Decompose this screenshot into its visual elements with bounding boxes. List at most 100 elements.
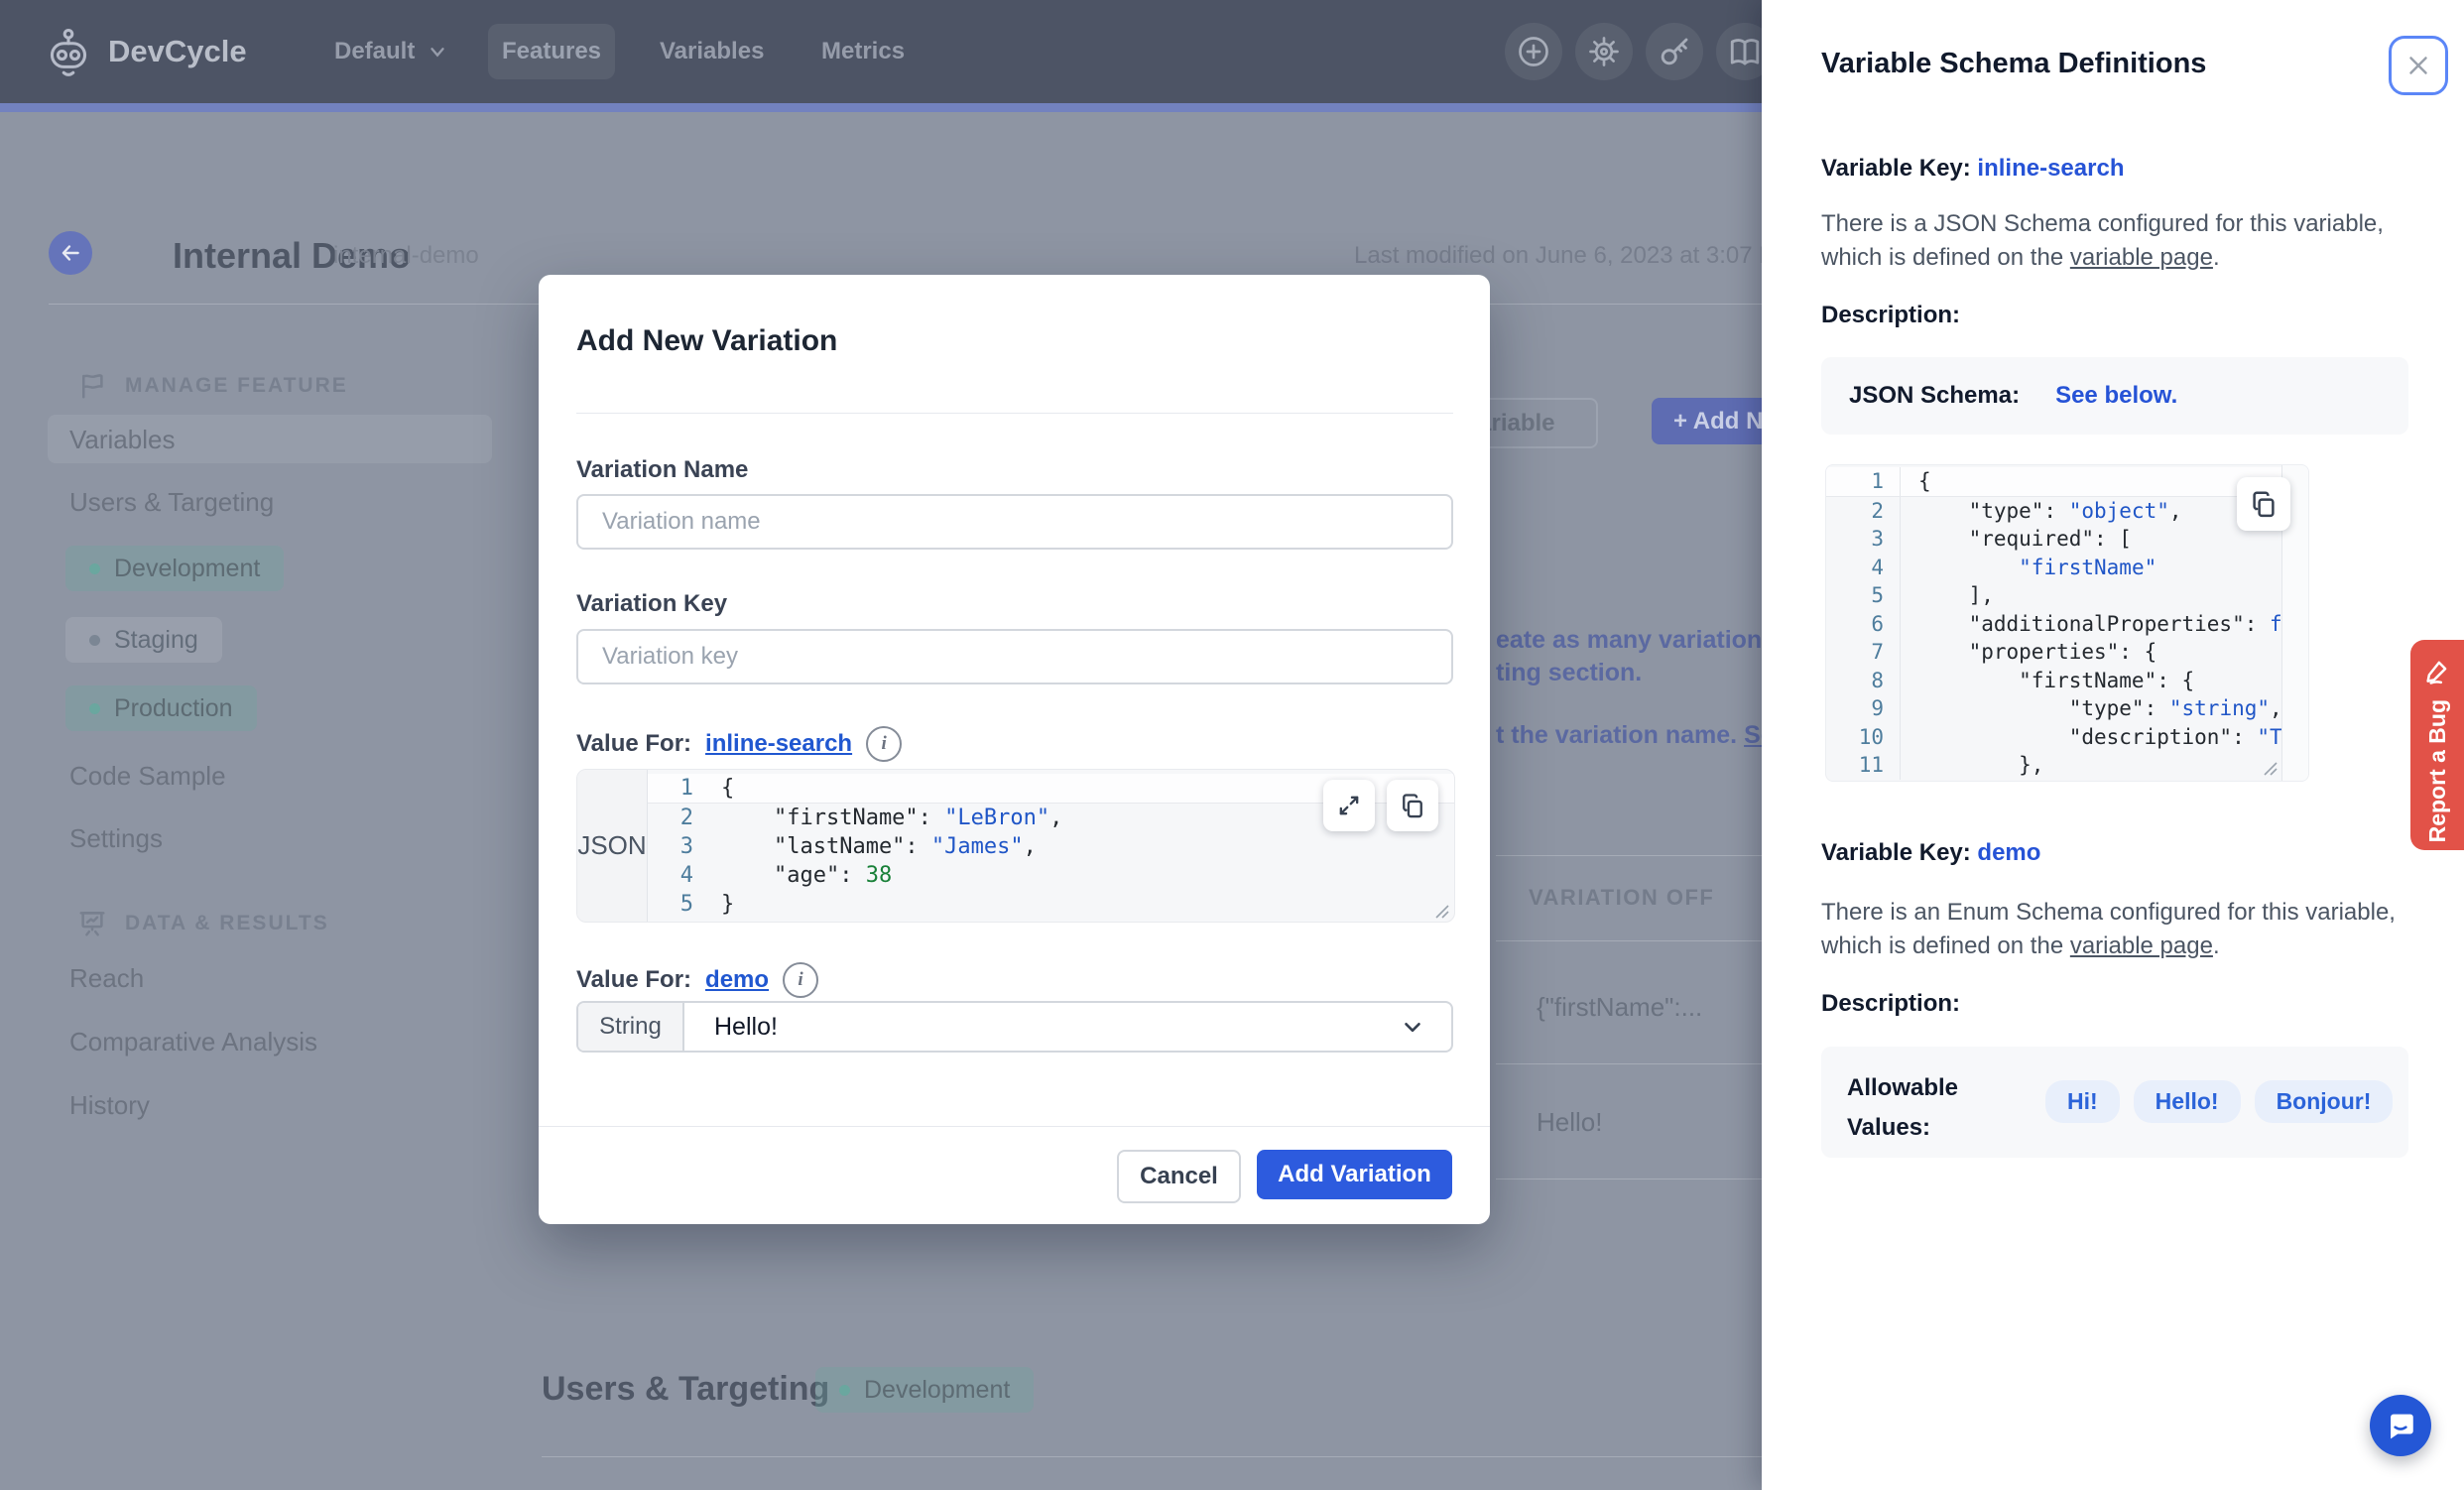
table-divider <box>1496 855 1762 856</box>
close-button[interactable] <box>2389 36 2448 95</box>
inline-search-link[interactable]: inline-search <box>1977 155 2124 182</box>
sidebar-item-label: Settings <box>69 823 163 853</box>
chat-button[interactable] <box>2370 1395 2431 1456</box>
code-line: 10 "description": "The person's fi <box>1826 723 2308 752</box>
copy-button[interactable] <box>1387 780 1438 831</box>
see-below-link[interactable]: See below. <box>2055 382 2177 410</box>
data-results-section: DATA & RESULTS <box>77 909 329 938</box>
value-pill[interactable]: Bonjour! <box>2255 1080 2394 1123</box>
table-cell: {"firstName":... <box>1537 992 1702 1023</box>
allowable-values-pills: Hi! Hello! Bonjour! <box>2045 1080 2393 1123</box>
env-label: Production <box>114 694 233 723</box>
code-line: 3 "required": [ <box>1826 525 2308 554</box>
brand-logo[interactable]: DevCycle <box>43 0 247 103</box>
create-button[interactable] <box>1505 23 1562 80</box>
status-dot <box>839 1385 850 1396</box>
schema-code-block[interactable]: 1{2 "type": "object",3 "required": [4 "f… <box>1825 464 2309 782</box>
status-dot <box>89 563 100 574</box>
sidebar-env-production[interactable]: Production <box>65 685 257 731</box>
chat-bubble-icon <box>2384 1409 2417 1442</box>
sidebar-env-development[interactable]: Development <box>65 546 284 591</box>
description-label: Description: <box>1821 990 1960 1018</box>
modal-footer-divider <box>539 1126 1490 1127</box>
variable-key-row: Variable Key: inline-search <box>1821 155 2124 183</box>
line-number: 11 <box>1826 751 1901 780</box>
editor-type-label: JSON <box>577 770 648 922</box>
code-line: 8 "firstName": { <box>1826 667 2308 695</box>
value-for-inline-search-row: Value For: inline-search i <box>576 726 902 762</box>
allowable-values-label: Allowable Values: <box>1847 1068 1958 1148</box>
sidebar-item-history[interactable]: History <box>69 1090 150 1121</box>
cancel-button[interactable]: Cancel <box>1117 1150 1241 1203</box>
report-a-bug-tab[interactable]: Report a Bug <box>2410 640 2464 850</box>
value-pill[interactable]: Hi! <box>2045 1080 2120 1123</box>
string-value-select[interactable]: String Hello! <box>576 1001 1453 1053</box>
inline-search-variable-link[interactable]: inline-search <box>705 730 852 758</box>
info-icon[interactable]: i <box>783 962 818 998</box>
devcycle-app: DevCycle Default Features Variables Metr… <box>0 0 2464 1490</box>
label-line: Allowable <box>1847 1074 1958 1101</box>
code-line: 5 ], <box>1826 581 2308 610</box>
select-type-label: String <box>578 1003 684 1051</box>
table-divider <box>1496 1063 1762 1064</box>
resize-handle-icon[interactable] <box>1432 902 1450 920</box>
variation-key-input[interactable] <box>576 629 1453 684</box>
schema-description-line: which is defined on the variable page. <box>1821 932 2220 960</box>
modal-title-divider <box>576 413 1453 414</box>
api-keys-button[interactable] <box>1646 23 1703 80</box>
tab-variables[interactable]: Variables <box>660 0 764 103</box>
back-button[interactable] <box>49 231 92 275</box>
sidebar-item-label: Users & Targeting <box>69 487 274 517</box>
line-number: 8 <box>1826 667 1901 695</box>
sidebar-item-comparative-analysis[interactable]: Comparative Analysis <box>69 1027 317 1057</box>
variable-page-link[interactable]: variable page <box>2070 932 2213 959</box>
code-line: 5} <box>648 890 1454 919</box>
project-switcher[interactable]: Default <box>334 0 448 103</box>
sidebar-item-code-sample[interactable]: Code Sample <box>69 761 226 792</box>
resize-handle-icon[interactable] <box>2261 759 2279 777</box>
code-line: 9 "type": "string", <box>1826 694 2308 723</box>
value-for-demo-row: Value For: demo i <box>576 962 818 998</box>
code-line: 4 "firstName" <box>1826 554 2308 582</box>
sidebar-item-users-targeting[interactable]: Users & Targeting <box>69 487 274 518</box>
sidebar-item-settings[interactable]: Settings <box>69 823 163 854</box>
variation-key-label: Variation Key <box>576 590 727 618</box>
sidebar-env-staging[interactable]: Staging <box>65 617 222 663</box>
users-targeting-heading: Users & Targeting <box>542 1370 829 1409</box>
close-icon <box>2403 51 2433 80</box>
code-line: 4 "age": 38 <box>648 861 1454 890</box>
pencil-icon <box>2422 656 2452 685</box>
demo-link[interactable]: demo <box>1977 839 2040 866</box>
sidebar-item-reach[interactable]: Reach <box>69 963 144 994</box>
copy-icon <box>1399 792 1426 819</box>
settings-button[interactable] <box>1575 23 1633 80</box>
tab-features[interactable]: Features <box>488 24 615 79</box>
sidebar-item-variables[interactable]: Variables <box>48 415 492 463</box>
info-icon[interactable]: i <box>866 726 902 762</box>
section-divider <box>542 1456 1762 1457</box>
sidebar-item-label: Reach <box>69 963 144 993</box>
copy-button[interactable] <box>2237 477 2290 531</box>
status-dot <box>89 635 100 646</box>
label-line: Values: <box>1847 1114 1930 1141</box>
schema-description-line: There is a JSON Schema configured for th… <box>1821 210 2384 238</box>
env-label: Development <box>864 1376 1010 1405</box>
chevron-down-icon <box>1400 1003 1451 1051</box>
expand-button[interactable] <box>1323 780 1375 831</box>
line-number: 7 <box>1826 638 1901 667</box>
demo-variable-link[interactable]: demo <box>705 966 769 994</box>
status-dot <box>89 703 100 714</box>
json-value-editor[interactable]: JSON 1{2 "firstName": "LeBron",3 "lastNa… <box>576 769 1455 923</box>
table-divider <box>1496 1179 1762 1180</box>
last-modified-text: Last modified on June 6, 2023 at 3:07 P <box>1354 242 1775 270</box>
tab-label: Metrics <box>821 38 905 65</box>
text-fragment: which is defined on the <box>1821 244 2070 271</box>
add-variation-button[interactable]: Add Variation <box>1257 1150 1452 1199</box>
sidebar-item-label: History <box>69 1090 150 1120</box>
variable-page-link[interactable]: variable page <box>2070 244 2213 271</box>
variation-name-input[interactable] <box>576 494 1453 550</box>
variations-helper-text: ting section. <box>1496 659 1642 687</box>
tab-metrics[interactable]: Metrics <box>821 0 905 103</box>
value-pill[interactable]: Hello! <box>2134 1080 2241 1123</box>
line-number: 2 <box>648 804 703 832</box>
